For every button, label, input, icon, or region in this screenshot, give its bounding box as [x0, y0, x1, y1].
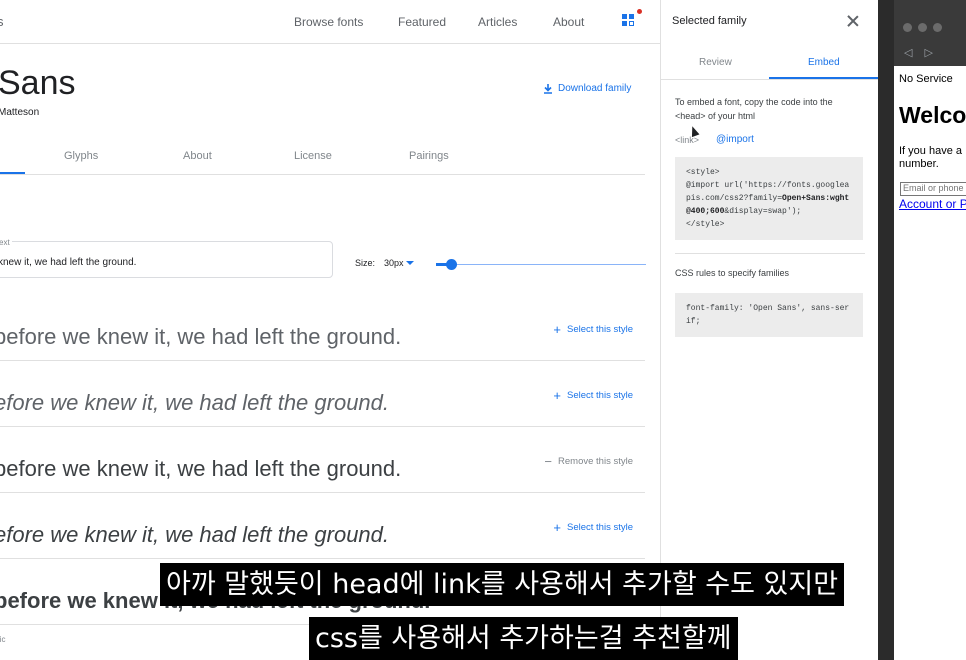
style-row: before we knew it, we had left the groun…: [0, 295, 645, 361]
top-navigation: s Browse fonts Featured Articles About: [0, 0, 660, 44]
account-link[interactable]: Account or P: [899, 197, 966, 211]
subtitle-line-2: css를 사용해서 추가하는걸 추천할께: [309, 617, 738, 660]
import-code-block[interactable]: <style> @import url('https://fonts.googl…: [675, 157, 863, 240]
remove-style-button[interactable]: − Remove this style: [544, 454, 633, 469]
minus-icon: −: [544, 454, 553, 469]
nav-featured[interactable]: Featured: [398, 15, 446, 29]
embed-instructions: To embed a font, copy the code into the …: [675, 97, 833, 121]
style-action-label: Remove this style: [558, 456, 633, 467]
carrier-status: No Service: [899, 73, 953, 85]
size-value: 30px: [384, 258, 404, 268]
apps-grid-icon[interactable]: [622, 14, 636, 28]
panel-divider: [675, 253, 865, 254]
selected-family-panel: Selected family Review Embed To embed a …: [660, 0, 879, 660]
tab-glyphs[interactable]: Glyphs: [64, 150, 98, 162]
option-link[interactable]: <link>: [675, 135, 699, 145]
select-style-button[interactable]: + Select this style: [553, 388, 633, 403]
select-style-button[interactable]: + Select this style: [553, 520, 633, 535]
active-tab-indicator: [0, 172, 25, 174]
tab-pairings[interactable]: Pairings: [409, 150, 449, 162]
browser-toolbar: ◁▷: [894, 0, 966, 66]
size-slider-thumb[interactable]: [446, 259, 457, 270]
tab-embed[interactable]: Embed: [808, 57, 840, 68]
plus-icon: +: [553, 388, 561, 403]
select-style-button[interactable]: + Select this style: [553, 322, 633, 337]
style-action-label: Select this style: [567, 522, 633, 533]
plus-icon: +: [553, 520, 561, 535]
window-maximize-icon[interactable]: [933, 23, 942, 32]
nav-browse-fonts[interactable]: Browse fonts: [294, 15, 363, 29]
panel-title: Selected family: [672, 15, 747, 27]
tab-review[interactable]: Review: [699, 57, 732, 68]
style-sample-text: before we knew it, we had left the groun…: [0, 456, 402, 481]
style-name-label: lic: [0, 635, 6, 644]
site-logo[interactable]: s: [0, 14, 4, 29]
caret-down-icon: [405, 261, 414, 265]
style-row: efore we knew it, we had left the ground…: [0, 361, 645, 427]
style-sample-text: efore we knew it, we had left the ground…: [0, 522, 390, 547]
back-forward-icon[interactable]: ◁▷: [904, 46, 945, 59]
welcome-heading: Welco: [899, 102, 966, 128]
panel-tabs: Review Embed: [661, 44, 879, 80]
nav-articles[interactable]: Articles: [478, 15, 517, 29]
family-tabs: Glyphs About License Pairings: [0, 140, 645, 175]
download-family-button[interactable]: Download family: [543, 83, 631, 94]
email-input[interactable]: Email or phone: [900, 182, 966, 196]
window-close-icon[interactable]: [903, 23, 912, 32]
style-row: efore we knew it, we had left the ground…: [0, 493, 645, 559]
notification-dot: [637, 9, 642, 14]
download-icon: [544, 83, 552, 94]
preview-field-label: ext: [0, 238, 12, 247]
style-row: before we knew it, we had left the groun…: [0, 427, 645, 493]
close-icon[interactable]: [846, 14, 860, 28]
style-action-label: Select this style: [567, 390, 633, 401]
window-minimize-icon[interactable]: [918, 23, 927, 32]
tab-license[interactable]: License: [294, 150, 332, 162]
size-dropdown[interactable]: 30px: [384, 258, 414, 268]
size-label: Size:: [355, 258, 376, 268]
family-title: Sans: [0, 64, 76, 102]
css-rules-label: CSS rules to specify families: [675, 268, 790, 278]
panel-tab-indicator: [769, 77, 879, 79]
designer-name[interactable]: Matteson: [0, 107, 39, 118]
style-sample-text: efore we knew it, we had left the ground…: [0, 390, 390, 415]
preview-field-value[interactable]: knew it, we had left the ground.: [0, 257, 136, 268]
tab-about[interactable]: About: [183, 150, 212, 162]
window-separator: [878, 0, 894, 660]
style-action-label: Select this style: [567, 324, 633, 335]
style-sample-text: before we knew it, we had left the groun…: [0, 324, 402, 349]
subtitle-line-1: 아까 말했듯이 head에 link를 사용해서 추가할 수도 있지만: [160, 563, 845, 606]
option-import[interactable]: @import: [716, 134, 754, 145]
secondary-browser-window: ◁▷ No Service Welco If you have a number…: [894, 0, 966, 660]
fonts-page: s Browse fonts Featured Articles About S…: [0, 0, 660, 660]
size-slider-track[interactable]: [436, 264, 646, 265]
download-label: Download family: [558, 83, 632, 94]
css-code-block[interactable]: font-family: 'Open Sans', sans-serif;: [675, 293, 863, 337]
nav-about[interactable]: About: [553, 15, 584, 29]
info-text: If you have a number.: [899, 145, 962, 170]
plus-icon: +: [553, 322, 561, 337]
